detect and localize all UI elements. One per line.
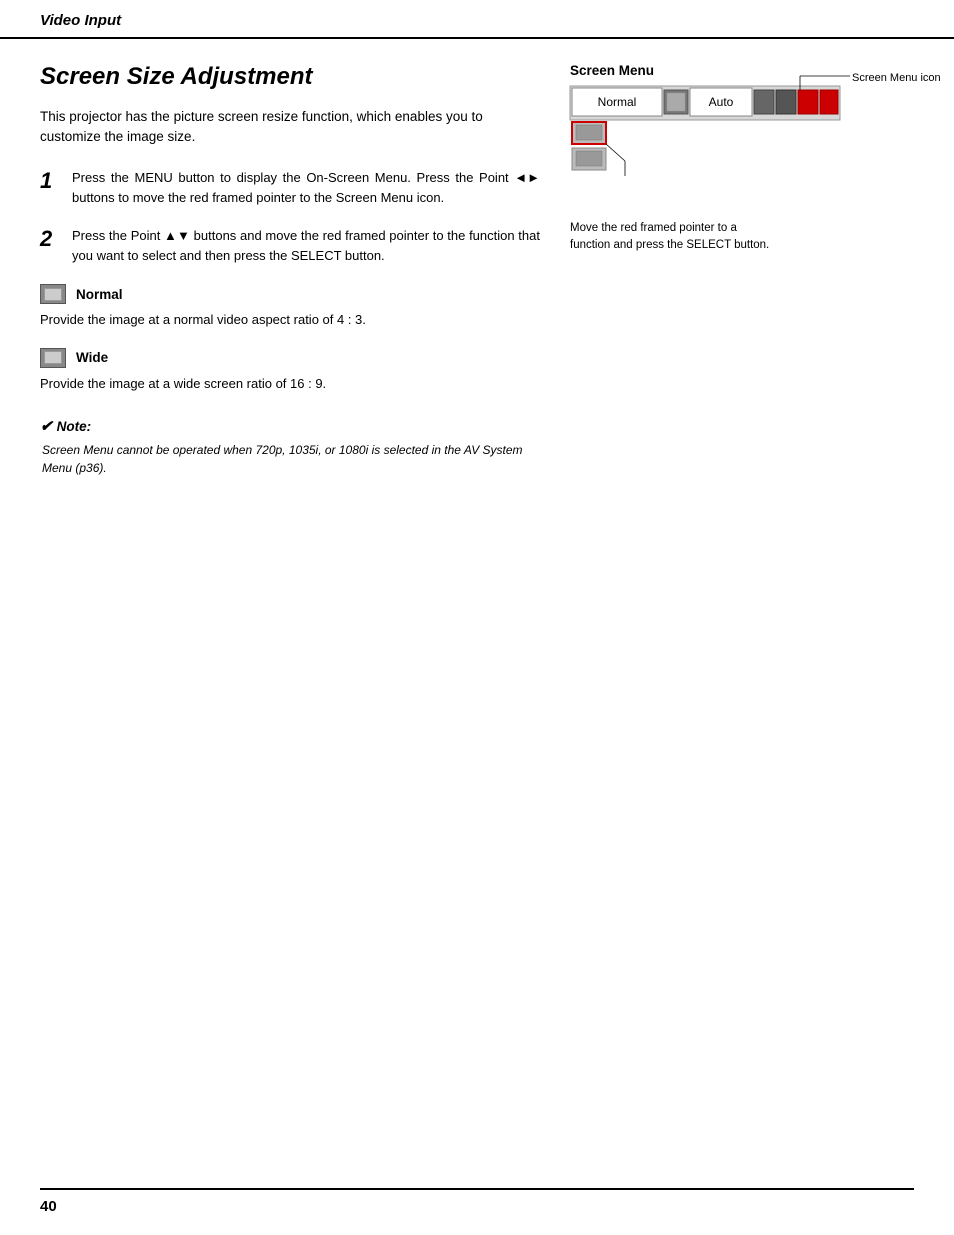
normal-icon	[40, 284, 66, 304]
screen-menu-annotation: Move the red framed pointer to a functio…	[570, 220, 880, 253]
note-section: ✔ Note: Screen Menu cannot be operated w…	[40, 417, 540, 477]
page-container: Video Input Screen Size Adjustment This …	[0, 0, 954, 1235]
page-title: Screen Size Adjustment	[40, 63, 540, 91]
svg-text:Auto: Auto	[709, 95, 734, 109]
screen-menu-annotation-text: Move the red framed pointer to a functio…	[570, 220, 770, 253]
page-number: 40	[40, 1198, 57, 1215]
normal-section-header: Normal	[40, 284, 540, 304]
wide-icon	[40, 348, 66, 368]
step-2: 2 Press the Point ▲▼ buttons and move th…	[40, 226, 540, 266]
screen-menu-diagram: Normal Auto Screen Menu icon	[570, 86, 860, 216]
screen-menu-wrapper: Screen Menu Normal Auto	[570, 63, 880, 253]
content-area: Screen Size Adjustment This projector ha…	[0, 39, 954, 517]
right-column: Screen Menu Normal Auto	[570, 63, 880, 477]
wide-section-header: Wide	[40, 348, 540, 368]
left-column: Screen Size Adjustment This projector ha…	[40, 63, 540, 477]
wide-desc: Provide the image at a wide screen ratio…	[40, 374, 540, 394]
note-title: ✔ Note:	[40, 417, 540, 435]
wide-label: Wide	[76, 350, 108, 365]
step-1-text: Press the MENU button to display the On-…	[72, 168, 540, 208]
header: Video Input	[0, 0, 954, 39]
header-title: Video Input	[40, 12, 121, 29]
step-1: 1 Press the MENU button to display the O…	[40, 168, 540, 208]
wide-icon-inner	[44, 351, 62, 364]
step-1-number: 1	[40, 168, 60, 208]
step-2-text: Press the Point ▲▼ buttons and move the …	[72, 226, 540, 266]
normal-desc: Provide the image at a normal video aspe…	[40, 310, 540, 330]
svg-text:Screen Menu icon: Screen Menu icon	[852, 72, 941, 84]
footer: 40	[40, 1188, 914, 1215]
svg-text:Normal: Normal	[598, 95, 637, 109]
intro-text: This projector has the picture screen re…	[40, 107, 540, 148]
normal-label: Normal	[76, 287, 123, 302]
note-check-icon: ✔	[40, 417, 53, 435]
note-title-text: Note:	[57, 419, 92, 434]
normal-icon-inner	[44, 288, 62, 301]
step-2-number: 2	[40, 226, 60, 266]
note-text: Screen Menu cannot be operated when 720p…	[42, 441, 540, 477]
